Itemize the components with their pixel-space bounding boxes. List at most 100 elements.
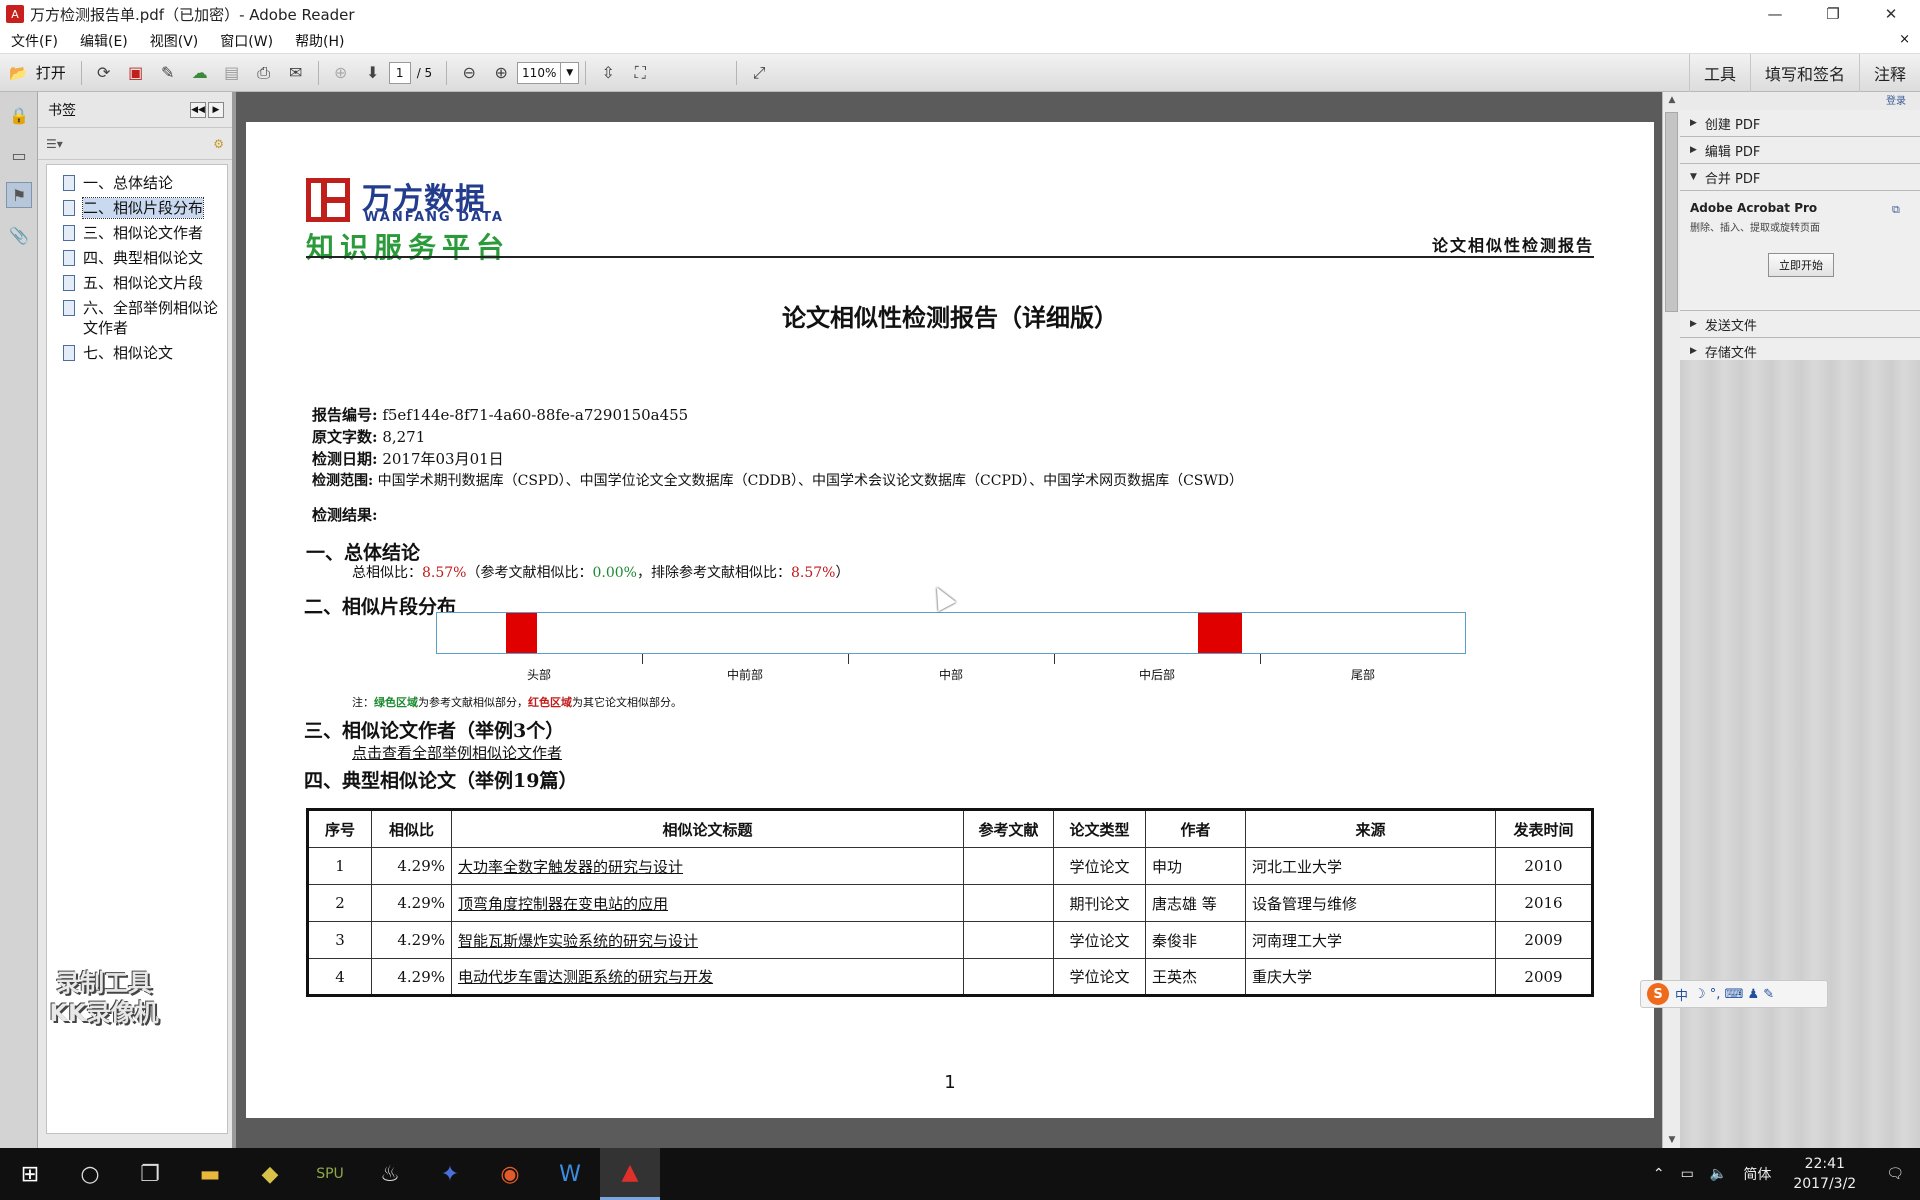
- next-page-icon[interactable]: ⬇: [360, 60, 386, 86]
- menu-edit[interactable]: 编辑(E): [69, 31, 139, 51]
- folder-icon: 📂: [9, 63, 28, 82]
- col-reference: 参考文献: [963, 809, 1054, 848]
- table-cell[interactable]: 大功率全数字触发器的研究与设计: [451, 847, 964, 885]
- tool-combine-pdf[interactable]: ▼ 合并 PDF: [1680, 164, 1920, 191]
- notification-icon[interactable]: 🗨: [1870, 1166, 1920, 1182]
- page-thumbnails-icon[interactable]: ▭: [6, 142, 32, 168]
- bookmark-item[interactable]: 五、相似论文片段: [47, 271, 227, 296]
- section-overall: 一、总体结论: [306, 542, 421, 564]
- close-document-button[interactable]: ×: [1899, 32, 1910, 47]
- comment-link[interactable]: 注释: [1858, 54, 1920, 92]
- col-index: 序号: [307, 809, 372, 848]
- scroll-thumb[interactable]: [1665, 112, 1678, 312]
- task-view-icon[interactable]: ❐: [120, 1148, 180, 1200]
- input-language[interactable]: 简体: [1735, 1164, 1779, 1184]
- search-icon[interactable]: ○: [60, 1148, 120, 1200]
- full-screen-icon[interactable]: ⤢: [746, 60, 772, 86]
- app-icon-gray[interactable]: ♨: [360, 1148, 420, 1200]
- bookmark-item[interactable]: 二、相似片段分布: [47, 196, 227, 221]
- bookmark-action-icon[interactable]: ⚙: [213, 137, 224, 151]
- view-all-authors-link[interactable]: 点击查看全部举例相似论文作者: [352, 742, 562, 763]
- ime-toolbar[interactable]: S 中 ☽ °, ⌨ ♟ ✎: [1640, 980, 1828, 1008]
- app-icon-yellow[interactable]: ◆: [240, 1148, 300, 1200]
- bookmark-label: 六、全部举例相似论文作者: [83, 299, 219, 337]
- tray-up-icon[interactable]: ⌃: [1645, 1166, 1673, 1182]
- table-cell: 4.29%: [371, 884, 452, 922]
- table-cell: [963, 921, 1054, 959]
- volume-icon[interactable]: 🔈: [1702, 1166, 1735, 1182]
- scroll-up-icon[interactable]: ▲: [1663, 92, 1681, 108]
- table-cell[interactable]: 顶弯角度控制器在变电站的应用: [451, 884, 964, 922]
- scroll-down-icon[interactable]: ▼: [1663, 1132, 1681, 1148]
- prev-page-icon[interactable]: ⊕: [328, 60, 354, 86]
- network-icon[interactable]: ▭: [1673, 1166, 1702, 1182]
- header-divider: [306, 256, 1594, 258]
- window-title: 万方检测报告单.pdf（已加密）- Adobe Reader: [30, 5, 355, 24]
- report-header-title: 论文相似性检测报告: [1431, 236, 1594, 255]
- table-cell: [963, 884, 1054, 922]
- collapse-panel-icon[interactable]: ◀◀: [190, 102, 206, 118]
- external-link-icon[interactable]: ⧉: [1892, 203, 1908, 219]
- bookmark-item[interactable]: 一、总体结论: [47, 171, 227, 196]
- page-number-input[interactable]: 1: [388, 61, 411, 84]
- windows-start-icon[interactable]: ⊞: [0, 1148, 60, 1200]
- email-icon[interactable]: ✉: [283, 60, 309, 86]
- spss-icon[interactable]: SPU: [300, 1148, 360, 1200]
- table-cell[interactable]: 智能瓦斯爆炸实验系统的研究与设计: [451, 921, 964, 959]
- save-icon[interactable]: ▤: [219, 60, 245, 86]
- menu-view[interactable]: 视图(V): [139, 31, 210, 51]
- table-cell: 2009: [1495, 958, 1593, 996]
- lock-icon[interactable]: 🔒: [6, 102, 32, 128]
- menu-file[interactable]: 文件(F): [0, 31, 69, 51]
- bookmark-label: 一、总体结论: [83, 174, 174, 192]
- cloud-upload-icon[interactable]: ☁: [187, 60, 213, 86]
- export-pdf-icon[interactable]: ▣: [123, 60, 149, 86]
- app-icon-blue[interactable]: ✦: [420, 1148, 480, 1200]
- menu-help[interactable]: 帮助(H): [284, 31, 355, 51]
- recorder-app-icon[interactable]: ◉: [480, 1148, 540, 1200]
- options-menu-icon[interactable]: ☰▾: [46, 137, 63, 151]
- tool-edit-pdf[interactable]: ▶ 编辑 PDF: [1680, 137, 1920, 164]
- system-clock[interactable]: 22:41 2017/3/2: [1779, 1154, 1870, 1194]
- fit-page-icon[interactable]: ⛶: [627, 60, 653, 86]
- adobe-reader-taskbar-icon[interactable]: ▲: [600, 1148, 660, 1200]
- zoom-level-select[interactable]: 110%: [517, 61, 562, 84]
- zoom-out-icon[interactable]: ⊖: [456, 60, 482, 86]
- toolbar-divider: [80, 60, 82, 85]
- chevron-down-icon[interactable]: ▼: [561, 61, 580, 84]
- ime-tools-icons[interactable]: ☽ °, ⌨ ♟ ✎: [1694, 987, 1774, 1002]
- open-button[interactable]: 📂 打开: [3, 60, 72, 86]
- meta-check-scope: 检测范围: 中国学术期刊数据库（CSPD）、中国学位论文全文数据库（CDDB）、…: [312, 473, 1244, 489]
- restore-button[interactable]: ❐: [1804, 0, 1862, 28]
- expand-panel-icon[interactable]: ▶: [208, 102, 224, 118]
- create-pdf-icon[interactable]: ⟳: [91, 60, 117, 86]
- file-explorer-icon[interactable]: ▬: [180, 1148, 240, 1200]
- ime-mode[interactable]: 中: [1675, 985, 1688, 1004]
- sogou-icon[interactable]: S: [1647, 983, 1669, 1005]
- bookmark-item[interactable]: 七、相似论文: [47, 341, 227, 366]
- bookmark-item[interactable]: 六、全部举例相似论文作者: [47, 296, 227, 341]
- tool-create-pdf[interactable]: ▶ 创建 PDF: [1680, 110, 1920, 137]
- edit-icon[interactable]: ✎: [155, 60, 181, 86]
- bookmark-icon[interactable]: ⚑: [6, 182, 32, 208]
- table-cell[interactable]: 电动代步车雷达测距系统的研究与开发: [451, 958, 964, 996]
- tools-link[interactable]: 工具: [1688, 54, 1750, 92]
- print-icon[interactable]: ⎙: [251, 60, 277, 86]
- windows-taskbar: ⊞ ○ ❐ ▬ ◆ SPU ♨ ✦ ◉ W ▲ ⌃ ▭ 🔈 简体 22:41 2…: [0, 1148, 1920, 1200]
- minimize-button[interactable]: —: [1746, 0, 1804, 28]
- zoom-in-icon[interactable]: ⊕: [488, 60, 514, 86]
- page-number: 1: [944, 1072, 956, 1093]
- fit-width-icon[interactable]: ⇳: [595, 60, 621, 86]
- start-now-button[interactable]: 立即开始: [1768, 253, 1834, 277]
- menu-window[interactable]: 窗口(W): [209, 31, 284, 51]
- bookmark-page-icon: [63, 200, 75, 216]
- pdf-page: 万方数据 WANFANG DATA 知识服务平台 论文相似性检测报告 论文相似性…: [246, 122, 1654, 1118]
- wps-icon[interactable]: W: [540, 1148, 600, 1200]
- bookmark-item[interactable]: 四、典型相似论文: [47, 246, 227, 271]
- bookmark-item[interactable]: 三、相似论文作者: [47, 221, 227, 246]
- fill-sign-link[interactable]: 填写和签名: [1749, 54, 1859, 92]
- tool-send-file[interactable]: ▶ 发送文件: [1680, 311, 1920, 338]
- close-button[interactable]: ✕: [1862, 0, 1920, 28]
- login-link[interactable]: 登录: [1680, 92, 1920, 110]
- attachment-icon[interactable]: 📎: [6, 222, 32, 248]
